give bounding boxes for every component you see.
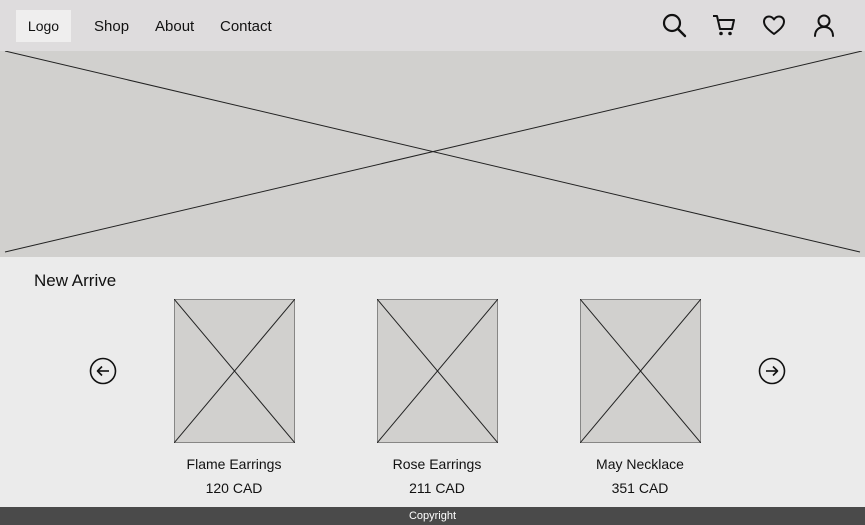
product-name[interactable]: May Necklace [560, 455, 720, 473]
arrow-right-circle-icon[interactable] [758, 357, 786, 385]
product-name[interactable]: Rose Earrings [357, 455, 517, 473]
product-price: 351 CAD [611, 480, 669, 496]
logo[interactable]: Logo [16, 10, 71, 42]
cart-icon[interactable] [710, 11, 738, 39]
nav-shop[interactable]: Shop [94, 18, 129, 36]
site-header: Logo Shop About Contact [0, 0, 865, 51]
product-price: 120 CAD [205, 480, 263, 496]
user-icon[interactable] [810, 11, 838, 39]
product-name[interactable]: Flame Earrings [154, 455, 314, 473]
arrow-left-circle-icon[interactable] [89, 357, 117, 385]
copyright-text: Copyright [408, 510, 457, 522]
product-price: 211 CAD [409, 480, 465, 496]
hero-banner-placeholder [0, 51, 865, 257]
footer: Copyright [0, 507, 865, 525]
nav-about[interactable]: About [155, 18, 194, 36]
section-title: New Arrive [34, 271, 117, 290]
product-image-placeholder[interactable] [174, 299, 295, 443]
heart-icon[interactable] [760, 11, 788, 39]
nav-contact[interactable]: Contact [220, 18, 272, 36]
product-image-placeholder[interactable] [377, 299, 498, 443]
product-image-placeholder[interactable] [580, 299, 701, 443]
search-icon[interactable] [660, 11, 688, 39]
